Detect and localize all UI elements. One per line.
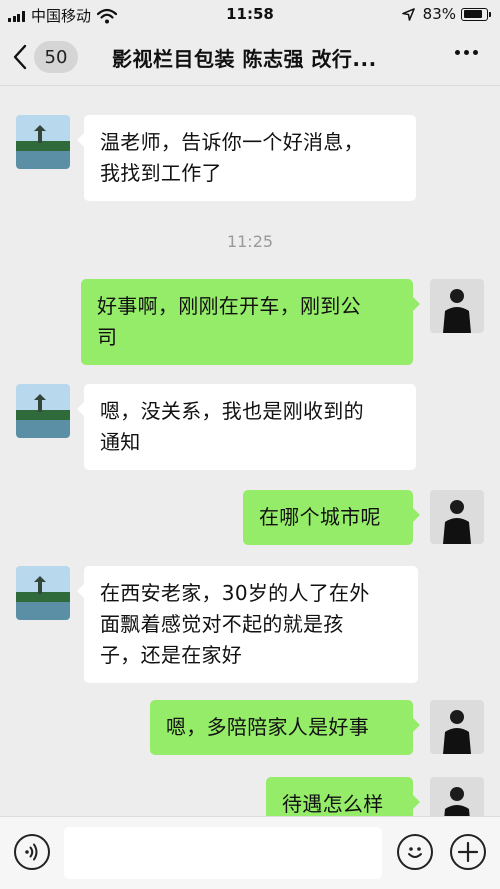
message-line: 温老师，告诉你一个好消息， xyxy=(100,130,364,154)
plus-button[interactable] xyxy=(450,834,486,870)
more-dots-icon xyxy=(455,50,460,55)
status-bar: 中国移动 11:58 83% xyxy=(0,0,500,28)
input-bar xyxy=(0,816,500,889)
message-line: 我找到工作了 xyxy=(100,161,222,185)
plus-icon xyxy=(457,841,479,863)
message-line: 在西安老家，30岁的人了在外 xyxy=(100,581,370,605)
battery-icon xyxy=(461,7,491,21)
message-line: 司 xyxy=(97,325,118,349)
message-bubble-incoming[interactable]: 嗯，没关系，我也是刚收到的 通知 xyxy=(77,384,416,470)
message-line: 通知 xyxy=(100,430,141,454)
message-line: 嗯，没关系，我也是刚收到的 xyxy=(100,399,364,423)
contact-avatar[interactable] xyxy=(16,115,70,169)
nav-bar: 50 影视栏目包装 陈志强 改行... xyxy=(0,28,500,86)
message-line: 面飘着感觉对不起的就是孩 xyxy=(100,612,344,636)
chevron-left-icon xyxy=(13,44,27,70)
message-bubble-incoming[interactable]: 在西安老家，30岁的人了在外 面飘着感觉对不起的就是孩 子，还是在家好 xyxy=(77,566,418,683)
message-line: 在哪个城市呢 xyxy=(259,505,381,529)
message-bubble-outgoing[interactable]: 好事啊，刚刚在开车，刚到公 司 xyxy=(81,279,420,365)
message-line: 待遇怎么样 xyxy=(282,792,384,816)
message-bubble-incoming[interactable]: 温老师，告诉你一个好消息， 我找到工作了 xyxy=(77,115,416,201)
message-bubble-outgoing[interactable]: 待遇怎么样 xyxy=(266,777,420,816)
unread-count-badge: 50 xyxy=(34,41,78,73)
more-options-button[interactable] xyxy=(451,50,478,55)
message-bubble-outgoing[interactable]: 在哪个城市呢 xyxy=(243,490,420,545)
contact-avatar[interactable] xyxy=(16,384,70,438)
message-input[interactable] xyxy=(64,827,382,879)
chat-title: 影视栏目包装 陈志强 改行... xyxy=(112,47,377,71)
contact-avatar[interactable] xyxy=(16,566,70,620)
message-line: 嗯，多陪陪家人是好事 xyxy=(166,715,369,739)
battery-percent: 83% xyxy=(422,5,456,23)
back-button[interactable]: 50 xyxy=(12,40,78,74)
message-bubble-outgoing[interactable]: 嗯，多陪陪家人是好事 xyxy=(150,700,420,755)
emoji-button[interactable] xyxy=(397,834,433,870)
message-timestamp: 11:25 xyxy=(226,232,274,251)
battery-fill xyxy=(463,10,482,18)
voice-button[interactable] xyxy=(14,834,50,870)
my-avatar[interactable] xyxy=(430,777,484,816)
my-avatar[interactable] xyxy=(430,279,484,333)
emoji-icon xyxy=(408,847,422,858)
message-line: 好事啊，刚刚在开车，刚到公 xyxy=(97,294,361,318)
location-arrow-icon xyxy=(401,7,415,21)
message-line: 子，还是在家好 xyxy=(100,643,243,667)
voice-icon xyxy=(25,843,38,861)
my-avatar[interactable] xyxy=(430,700,484,754)
my-avatar[interactable] xyxy=(430,490,484,544)
chat-message-list[interactable]: 温老师，告诉你一个好消息， 我找到工作了 11:25 好事啊，刚刚在开车，刚到公… xyxy=(0,86,500,816)
